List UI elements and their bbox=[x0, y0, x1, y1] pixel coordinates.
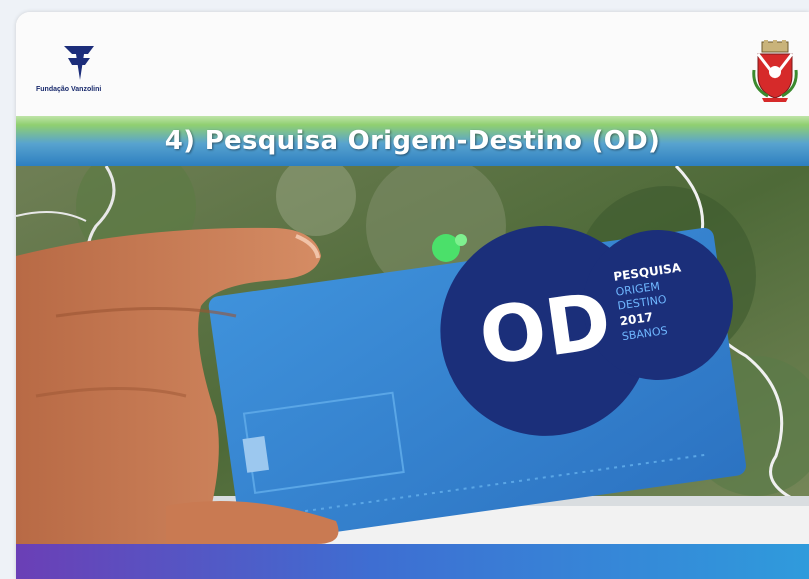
presentation-slide: Fundação Vanzolini 4) Pesquisa Origem-De… bbox=[16, 12, 809, 579]
slide-header: Fundação Vanzolini bbox=[16, 12, 809, 116]
fundacao-vanzolini-logo: Fundação Vanzolini bbox=[36, 42, 126, 102]
slide-title: 4) Pesquisa Origem-Destino (OD) bbox=[164, 126, 661, 156]
photo-illustration: OD PESQUISA ORIGEM DESTINO 2017 SBANOS bbox=[16, 166, 809, 544]
od-logo-text: OD bbox=[474, 276, 616, 383]
section-title-bar: 4) Pesquisa Origem-Destino (OD) bbox=[16, 116, 809, 166]
footer-gradient-bar bbox=[16, 544, 809, 579]
vanzolini-mark-icon bbox=[64, 46, 94, 80]
municipal-coat-of-arms-icon bbox=[752, 40, 798, 102]
photo-hand-holding-od-card: OD PESQUISA ORIGEM DESTINO 2017 SBANOS bbox=[16, 166, 809, 544]
logo-caption: Fundação Vanzolini bbox=[36, 86, 102, 93]
